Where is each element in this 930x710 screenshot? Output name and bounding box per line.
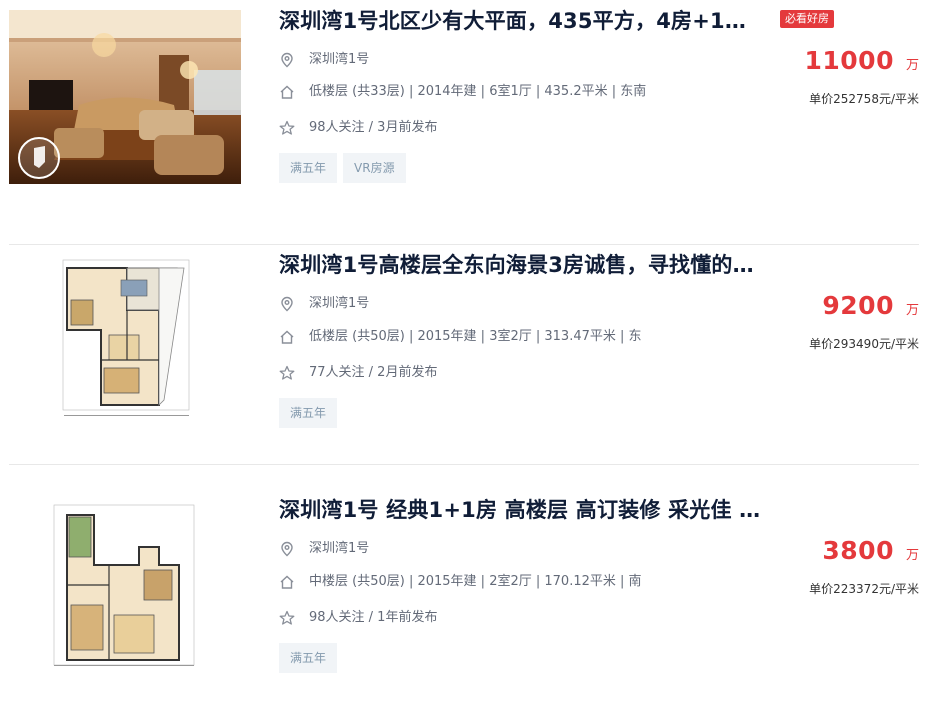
must-see-badge: 必看好房 — [780, 10, 834, 28]
price-unit: 万 — [905, 58, 919, 73]
listing-item[interactable]: 深圳湾1号 经典1+1房 高楼层 高订装修 采光佳 … 深圳湾1号 中楼层 (共… — [0, 465, 930, 710]
tag-five-years: 满五年 — [279, 398, 338, 428]
floorplan-image[interactable] — [9, 495, 241, 669]
community-link[interactable]: 深圳湾1号 — [309, 295, 369, 313]
unit-price: 单价252758元/平米 — [809, 92, 919, 106]
house-info: 中楼层 (共50层) | 2015年建 | 2室2厅 | 170.12平米 | … — [309, 574, 642, 589]
star-icon — [279, 610, 295, 625]
house-info: 低楼层 (共33层) | 2014年建 | 6室1厅 | 435.2平米 | 东… — [309, 84, 647, 99]
follow-info: 98人关注 / 3月前发布 — [309, 120, 438, 135]
total-price-value: 11000 — [804, 46, 894, 75]
house-icon — [280, 330, 294, 344]
community-link[interactable]: 深圳湾1号 — [309, 540, 369, 558]
community-link[interactable]: 深圳湾1号 — [309, 51, 369, 69]
star-icon — [279, 120, 295, 135]
total-price-value: 9200 — [822, 291, 894, 320]
total-price: 11000 万 — [805, 46, 920, 75]
listing-title[interactable]: 深圳湾1号高楼层全东向海景3房诚售，寻找懂的… — [279, 250, 771, 280]
tag-vr: VR房源 — [343, 153, 406, 183]
house-info: 低楼层 (共50层) | 2015年建 | 3室2厅 | 313.47平米 | … — [309, 329, 642, 344]
unit-price: 单价293490元/平米 — [809, 337, 919, 351]
price-unit: 万 — [905, 548, 919, 563]
location-pin-icon — [281, 541, 293, 557]
total-price: 3800 万 — [822, 536, 919, 565]
tag-five-years: 满五年 — [279, 153, 338, 183]
listing-item[interactable]: 深圳湾1号高楼层全东向海景3房诚售，寻找懂的… 深圳湾1号 低楼层 (共50层)… — [0, 220, 930, 465]
house-icon — [280, 85, 294, 99]
listing-list: 深圳湾1号北区少有大平面，435平方，4房+1… 必看好房 深圳湾1号 低楼层 … — [0, 0, 930, 677]
listing-title[interactable]: 深圳湾1号 经典1+1房 高楼层 高订装修 采光佳 … — [279, 495, 771, 525]
unit-price: 单价223372元/平米 — [809, 582, 919, 596]
listing-title[interactable]: 深圳湾1号北区少有大平面，435平方，4房+1… — [279, 6, 771, 36]
tag-five-years: 满五年 — [279, 643, 338, 673]
location-pin-icon — [281, 296, 293, 312]
follow-info: 77人关注 / 2月前发布 — [309, 365, 438, 380]
listing-photo[interactable] — [9, 10, 241, 184]
total-price: 9200 万 — [822, 291, 919, 320]
floorplan-image[interactable] — [9, 250, 241, 424]
total-price-value: 3800 — [822, 536, 894, 565]
location-pin-icon — [281, 52, 293, 68]
star-icon — [279, 365, 295, 380]
house-icon — [280, 575, 294, 589]
listing-item[interactable]: 深圳湾1号北区少有大平面，435平方，4房+1… 必看好房 深圳湾1号 低楼层 … — [0, 0, 930, 245]
price-unit: 万 — [905, 303, 919, 318]
follow-info: 98人关注 / 1年前发布 — [309, 610, 438, 625]
